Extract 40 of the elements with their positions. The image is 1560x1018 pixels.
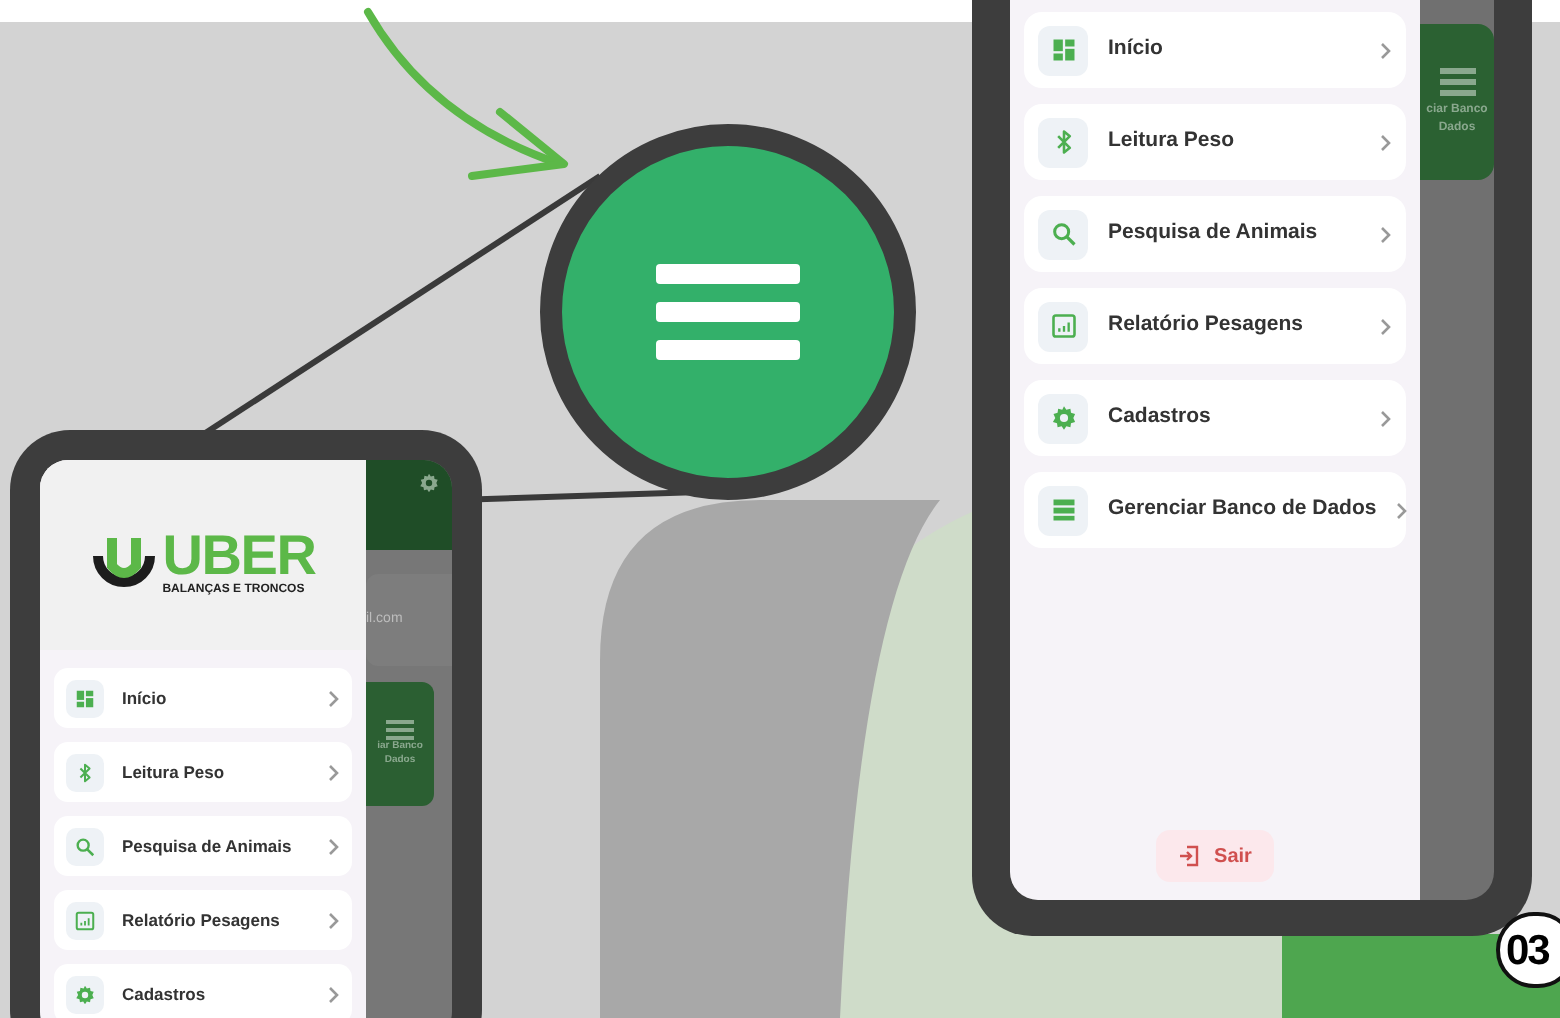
chevron-right-icon [1396, 501, 1409, 519]
chevron-right-icon [328, 911, 340, 929]
logout-button[interactable]: Sair [1156, 830, 1274, 882]
dashboard-icon [1049, 36, 1077, 64]
chevron-right-icon [328, 837, 340, 855]
menu-item[interactable]: Início [54, 668, 352, 728]
step-number: 03 [1506, 929, 1549, 971]
menu-item[interactable]: Início [1024, 12, 1406, 88]
logout-icon [1178, 844, 1203, 868]
menu-item[interactable]: Leitura Peso [1024, 104, 1406, 180]
menu-item[interactable]: Relatório Pesagens [1024, 288, 1406, 364]
chevron-right-icon [328, 985, 340, 1003]
menu-item[interactable]: Gerenciar Banco de Dados [1024, 472, 1406, 548]
list-icon [1049, 496, 1077, 524]
logo-wordmark: UBER [162, 530, 316, 582]
chevron-right-icon [1380, 317, 1392, 335]
chevron-right-icon [1380, 225, 1392, 243]
menu-item[interactable]: Pesquisa de Animais [54, 816, 352, 876]
settings-icon [418, 472, 440, 494]
menu-item[interactable]: Relatório Pesagens [54, 890, 352, 950]
chevron-right-icon [1380, 41, 1392, 59]
settings-icon [74, 983, 96, 1005]
menu-item[interactable]: Leitura Peso [54, 742, 352, 802]
chevron-right-icon [328, 689, 340, 707]
chevron-right-icon [328, 763, 340, 781]
dashboard-icon [74, 687, 96, 709]
chevron-right-icon [1380, 409, 1392, 427]
bar-chart-icon [74, 909, 96, 931]
menu-icon [386, 720, 414, 740]
search-icon [74, 835, 96, 857]
bar-chart-icon [1049, 312, 1077, 340]
menu-icon [656, 264, 800, 360]
search-icon [1049, 220, 1077, 248]
menu-item[interactable]: Cadastros [54, 964, 352, 1018]
settings-icon [1049, 404, 1077, 432]
chevron-right-icon [1380, 133, 1392, 151]
bluetooth-icon [74, 761, 96, 783]
menu-item[interactable]: Cadastros [1024, 380, 1406, 456]
menu-icon [1439, 67, 1475, 95]
menu-item[interactable]: Pesquisa de Animais [1024, 196, 1406, 272]
